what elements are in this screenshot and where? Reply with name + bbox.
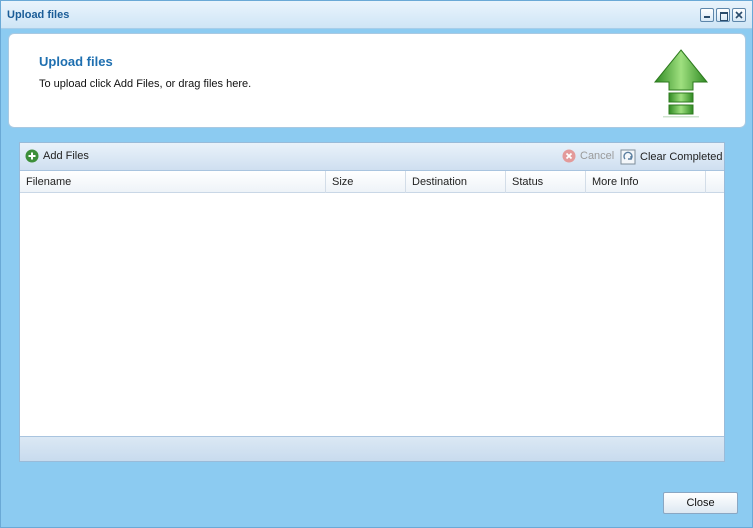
cancel-button[interactable]: Cancel (562, 149, 614, 163)
upload-arrow-icon (653, 49, 709, 118)
column-header-destination[interactable]: Destination (406, 171, 506, 193)
x-circle-icon (562, 149, 576, 163)
grid-toolbar: Add Files Cancel Clear Completed (20, 143, 724, 171)
add-files-button[interactable]: Add Files (25, 149, 89, 163)
close-button[interactable]: Close (663, 492, 738, 514)
file-list[interactable] (20, 193, 724, 436)
window-title: Upload files (7, 9, 70, 21)
cancel-label: Cancel (580, 150, 615, 162)
header-panel: Upload files To upload click Add Files, … (8, 33, 746, 128)
column-header-status[interactable]: Status (506, 171, 586, 193)
close-icon (735, 11, 743, 19)
maximize-button[interactable] (716, 8, 730, 22)
file-grid: Add Files Cancel Clear Completed Filenam… (19, 142, 725, 462)
header-description: To upload click Add Files, or drag files… (39, 78, 252, 90)
column-header-spacer (706, 171, 724, 193)
column-header-filename[interactable]: Filename (20, 171, 326, 193)
column-header-row: Filename Size Destination Status More In… (20, 171, 724, 193)
grid-footer (20, 436, 724, 461)
window-controls (700, 8, 746, 22)
recycle-icon (620, 149, 636, 165)
column-header-more-info[interactable]: More Info (586, 171, 706, 193)
add-files-label: Add Files (43, 150, 89, 162)
clear-completed-button[interactable]: Clear Completed (620, 149, 723, 165)
header-title: Upload files (39, 54, 113, 69)
plus-circle-icon (25, 149, 39, 163)
title-bar[interactable]: Upload files (1, 1, 752, 29)
clear-completed-label: Clear Completed (640, 151, 723, 163)
minimize-button[interactable] (700, 8, 714, 22)
column-header-size[interactable]: Size (326, 171, 406, 193)
upload-dialog: Upload files Upload files To upload clic… (0, 0, 753, 528)
close-window-button[interactable] (732, 8, 746, 22)
